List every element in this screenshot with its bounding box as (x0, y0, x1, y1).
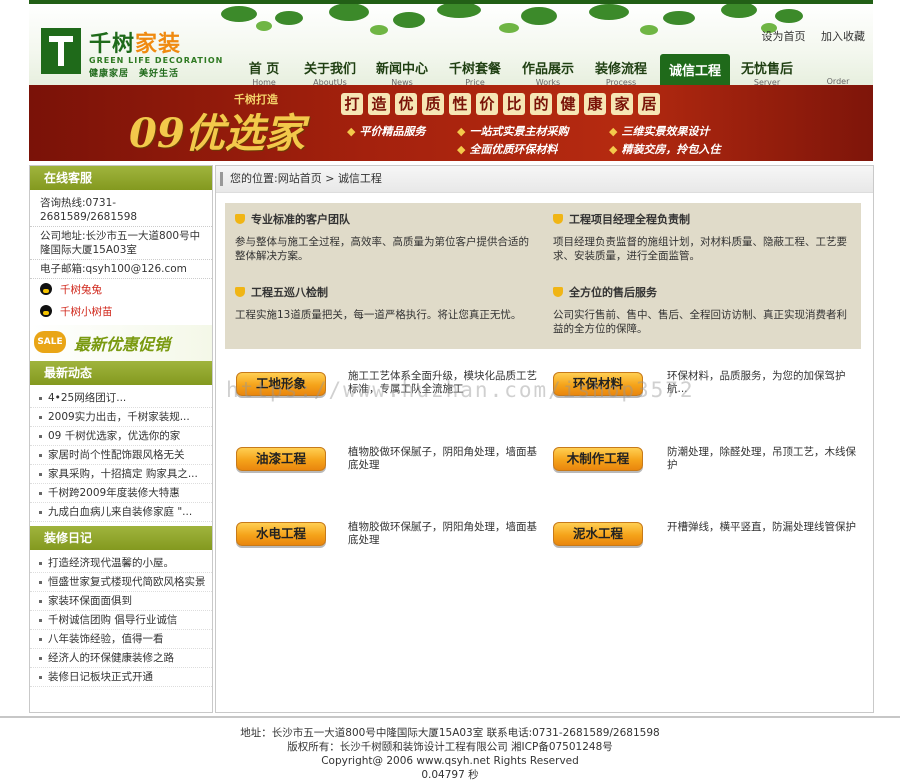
nav-about[interactable]: 关于我们 AboutUs (295, 54, 365, 87)
banner-point: ◆ 一站式实景主材采购 (457, 125, 569, 138)
logo-text: 千树家装 (89, 32, 182, 57)
list-item[interactable]: 经济人的环保健康装修之路 (30, 649, 212, 668)
commitment-panel: 专业标准的客户团队 参与整体与施工全过程，高效率、高质量为第位客户提供合适的整体… (225, 203, 861, 349)
service-description: 开槽弹线，横平竖直，防漏处理线管保护 (667, 521, 856, 533)
banner-point: ◆ 全面优质环保材料 (457, 143, 558, 156)
promo-banner[interactable]: 千树打造 09优选家 打造优质性价比的健康家居 ◆ 平价精品服务 ◆ 一站式实景主材… (29, 85, 873, 161)
list-item[interactable]: 家具采购，十招搞定 购家具之... (30, 465, 212, 484)
site-logo[interactable]: 千树家装 GREEN LIFE DECORATION 健康家居 美好生活 (39, 26, 224, 80)
set-homepage-link[interactable]: 设为首页 (762, 30, 806, 43)
footer-rights: Copyright@ 2006 www.qsyh.net Rights Rese… (321, 755, 579, 767)
nav-server[interactable]: 无忧售后 Server (732, 54, 802, 87)
leaf-decoration (221, 4, 803, 35)
main-nav: 首 页 Home 关于我们 AboutUs 新闻中心 News 千树套餐 Price 作… (229, 54, 873, 89)
commitment-item: 专业标准的客户团队 参与整体与施工全过程，高效率、高质量为第位客户提供合适的整体… (235, 213, 529, 262)
medal-icon (235, 287, 245, 297)
list-item[interactable]: 家装环保面面俱到 (30, 592, 212, 611)
site-header: 千树家装 GREEN LIFE DECORATION 健康家居 美好生活 设为首… (29, 0, 873, 89)
qq-penguin-icon (40, 305, 52, 317)
address-text: 公司地址:长沙市五一大道800号中隆国际大厦15A03室 (30, 227, 212, 260)
diary-list: 打造经济现代温馨的小屋。 恒盛世家复式楼现代简欧风格实景 家装环保面面俱到 千树… (30, 550, 212, 691)
nav-works[interactable]: 作品展示 Works (513, 54, 583, 87)
list-item[interactable]: 九成白血病儿来自装修家庭 "... (30, 503, 212, 522)
service-description: 防潮处理，除醛处理，吊顶工艺，木线保护 (667, 446, 856, 471)
sidebar: 在线客服 咨询热线:0731-2681589/2681598 公司地址:长沙市五… (29, 165, 213, 713)
nav-order[interactable]: Order (803, 54, 873, 86)
banner-logo: 千树打造 09优选家 (129, 93, 305, 157)
sale-badge-icon: SALE (34, 331, 66, 353)
nav-price[interactable]: 千树套餐 Price (440, 54, 510, 87)
nav-integrity[interactable]: 诚信工程 (660, 54, 730, 86)
service-description: 环保材料，品质服务，为您的加保驾护航... (667, 370, 846, 395)
watermark-text: https://www.huzhan.com/ishop3572 (226, 378, 695, 402)
plumbing-electric-button[interactable]: 水电工程 (236, 522, 326, 546)
latest-news-heading: 最新动态 (30, 361, 212, 385)
breadcrumb: 您的位置:网站首页 > 诚信工程 (216, 166, 873, 193)
promotion-link[interactable]: SALE 最新优惠促销 (30, 325, 212, 361)
list-item[interactable]: 千树诚信团购 倡导行业诚信 (30, 611, 212, 630)
nav-process[interactable]: 装修流程 Process (586, 54, 656, 87)
banner-point: ◆ 精装交房，拎包入住 (609, 143, 721, 156)
qq-contact[interactable]: 千树小树苗 (30, 301, 212, 323)
nav-home[interactable]: 首 页 Home (229, 54, 299, 87)
email-text: 电子邮箱:qsyh100@126.com (30, 260, 212, 279)
medal-icon (553, 287, 563, 297)
footer-copyright: 版权所有：长沙千树颐和装饰设计工程有限公司 湘ICP备07501248号 (287, 741, 613, 753)
main-content: 您的位置:网站首页 > 诚信工程 专业标准的客户团队 参与整体与施工全过程，高效… (215, 165, 874, 713)
commitment-item: 工程项目经理全程负责制 项目经理负责监督的施组计划，对材料质量、隐蔽工程、工艺要… (553, 213, 847, 262)
list-item[interactable]: 家居时尚个性配饰跟风格无关 (30, 446, 212, 465)
qq-contact[interactable]: 千树兔兔 (30, 279, 212, 301)
list-item[interactable]: 打造经济现代温馨的小屋。 (30, 554, 212, 573)
painting-button[interactable]: 油漆工程 (236, 447, 326, 471)
list-item[interactable]: 4•25网络团订... (30, 389, 212, 408)
masonry-button[interactable]: 泥水工程 (553, 522, 643, 546)
service-description: 植物胶做环保腻子，阴阳角处理，墙面基底处理 (348, 446, 537, 471)
banner-point: ◆ 平价精品服务 (347, 125, 426, 138)
logo-tree-icon (41, 28, 81, 74)
list-item[interactable]: 八年装饰经验，值得一看 (30, 630, 212, 649)
top-links: 设为首页 加入收藏 (750, 28, 866, 44)
logo-english: GREEN LIFE DECORATION (89, 56, 224, 65)
commitment-item: 全方位的售后服务 公司实行售前、售中、售后、全程回访访制、真正实现消费者利益的全… (553, 286, 847, 335)
list-item[interactable]: 恒盛世家复式楼现代简欧风格实景 (30, 573, 212, 592)
add-favorite-link[interactable]: 加入收藏 (821, 30, 865, 43)
news-list: 4•25网络团订... 2009实力出击，千树家装规... 09 千树优选家，优… (30, 385, 212, 526)
footer-timing: 0.04797 秒 (421, 769, 479, 781)
list-item[interactable]: 09 千树优选家，优选你的家 (30, 427, 212, 446)
logo-tagline: 健康家居 美好生活 (89, 69, 180, 79)
site-footer: 地址：长沙市五一大道800号中隆国际大厦15A03室 联系电话:0731-268… (0, 716, 900, 784)
commitment-item: 工程五巡八检制 工程实施13道质量把关，每一道严格执行。将让您真正无忧。 (235, 286, 522, 321)
woodwork-button[interactable]: 木制作工程 (553, 447, 643, 471)
diary-heading: 装修日记 (30, 526, 212, 550)
list-item[interactable]: 2009实力出击，千树家装规... (30, 408, 212, 427)
list-item[interactable]: 千树跨2009年度装修大特惠 (30, 484, 212, 503)
list-item[interactable]: 装修日记板块正式开通 (30, 668, 212, 687)
breadcrumb-current: 诚信工程 (337, 172, 382, 185)
hotline-text: 咨询热线:0731-2681589/2681598 (30, 190, 212, 227)
medal-icon (553, 214, 563, 224)
footer-address: 地址：长沙市五一大道800号中隆国际大厦15A03室 联系电话:0731-268… (240, 727, 660, 739)
online-service-heading: 在线客服 (30, 166, 212, 190)
nav-news[interactable]: 新闻中心 News (367, 54, 437, 87)
breadcrumb-home-link[interactable]: 网站首页 (278, 172, 322, 185)
qq-penguin-icon (40, 283, 52, 295)
service-description: 植物胶做环保腻子，阴阳角处理，墙面基底处理 (348, 521, 537, 546)
banner-slogan: 打造优质性价比的健康家居 (341, 93, 665, 117)
banner-point: ◆ 三维实景效果设计 (609, 125, 710, 138)
medal-icon (235, 214, 245, 224)
